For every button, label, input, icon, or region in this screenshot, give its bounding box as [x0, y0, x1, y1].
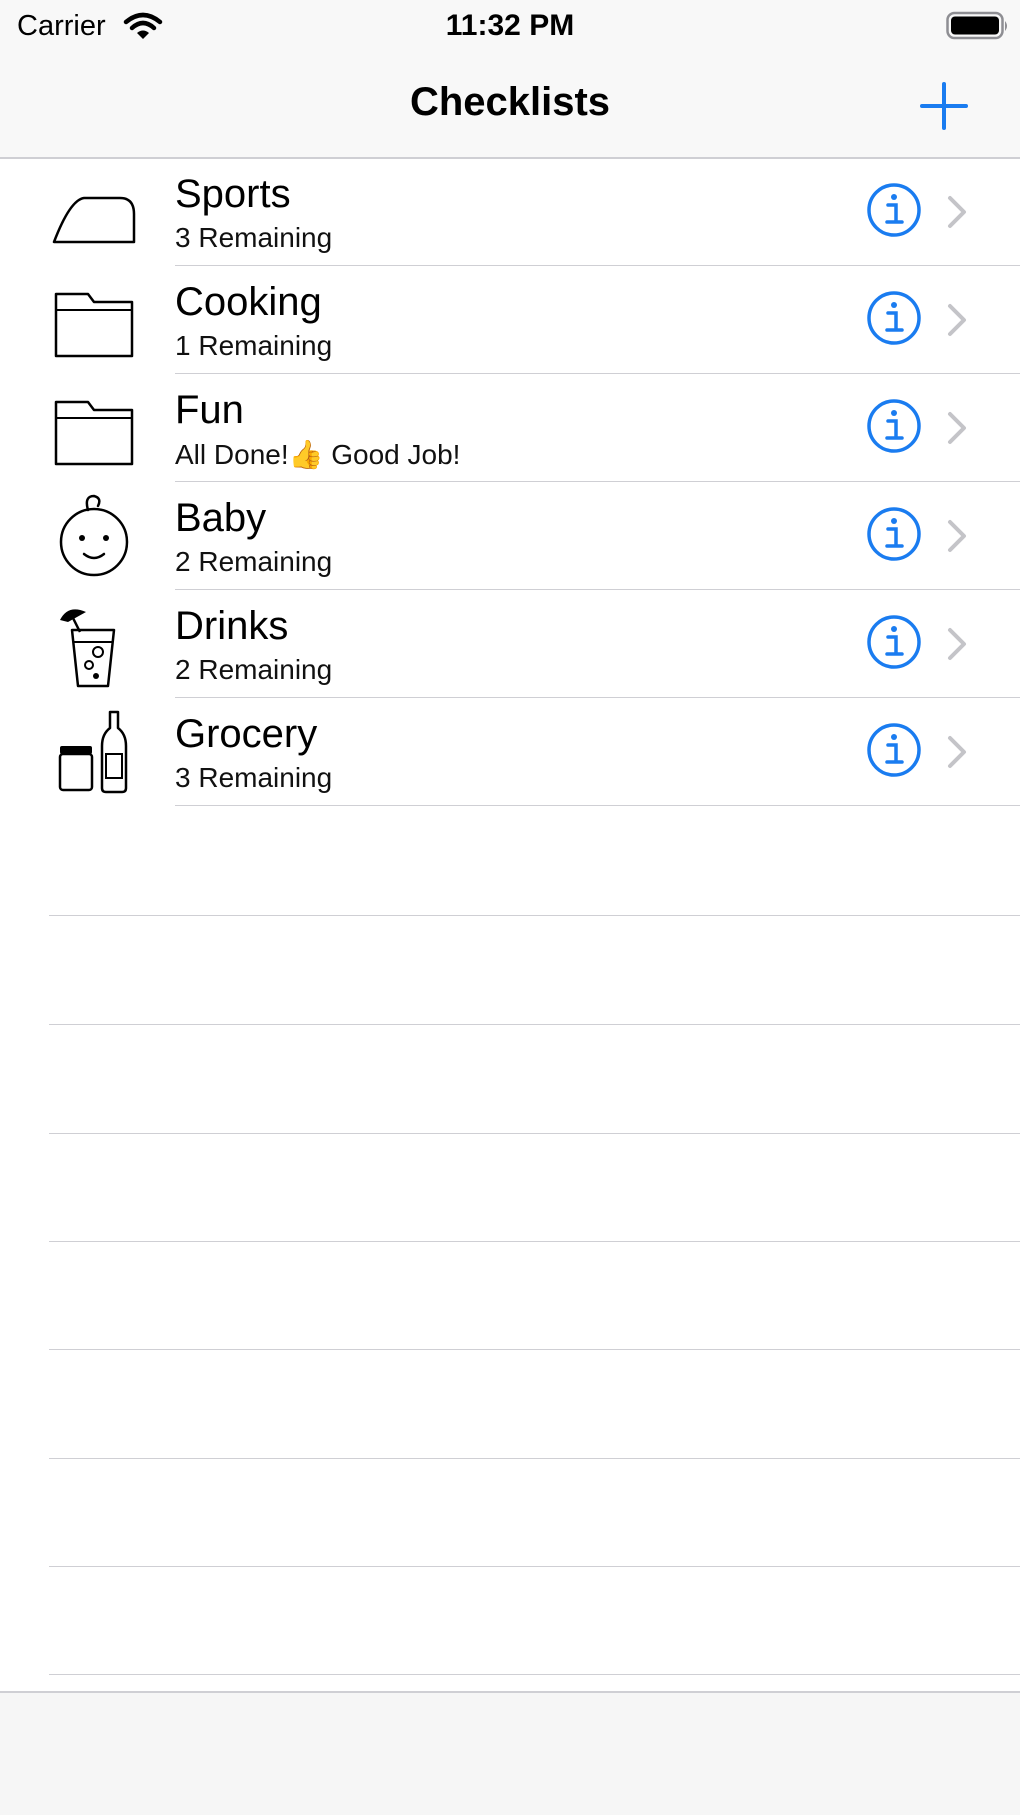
info-icon	[867, 723, 921, 777]
info-button[interactable]	[866, 182, 922, 238]
checklist-title: Baby	[175, 496, 267, 540]
checklist-remaining: All Done!👍 Good Job!	[175, 439, 461, 470]
empty-row-separator	[49, 1133, 1020, 1134]
folder-icon	[54, 400, 134, 466]
add-checklist-button[interactable]	[916, 78, 972, 134]
checklist-row-sports[interactable]: Sports 3 Remaining	[0, 158, 1020, 266]
folder-icon	[54, 292, 134, 358]
info-button[interactable]	[866, 614, 922, 670]
empty-row-separator	[49, 1566, 1020, 1567]
checklist-row-fun[interactable]: Fun All Done!👍 Good Job!	[0, 374, 1020, 482]
checklist-title: Sports	[175, 172, 291, 216]
info-button[interactable]	[866, 506, 922, 562]
info-icon	[867, 615, 921, 669]
checklist-remaining: 3 Remaining	[175, 762, 333, 793]
chevron-right-icon	[948, 736, 966, 768]
baby-face-icon	[59, 494, 129, 577]
info-button[interactable]	[866, 290, 922, 346]
checklist-row-drinks[interactable]: Drinks 2 Remaining	[0, 590, 1020, 698]
checklist-row-grocery[interactable]: Grocery 3 Remaining	[0, 698, 1020, 806]
chevron-right-icon	[948, 304, 966, 336]
plus-icon	[920, 82, 968, 130]
checklist-title: Fun	[175, 388, 244, 432]
info-button[interactable]	[866, 722, 922, 778]
empty-row-separator	[49, 1349, 1020, 1350]
chevron-right-icon	[948, 520, 966, 552]
checklist-remaining: 3 Remaining	[175, 222, 333, 253]
empty-row-separator	[49, 1674, 1020, 1675]
chevron-right-icon	[948, 196, 966, 228]
navigation-bar: Checklists	[0, 56, 1020, 159]
bottom-toolbar	[0, 1691, 1020, 1815]
empty-row-separator	[49, 1241, 1020, 1242]
info-icon	[867, 291, 921, 345]
chevron-right-icon	[948, 628, 966, 660]
checklist-title: Drinks	[175, 604, 289, 648]
info-icon	[867, 399, 921, 453]
iron-icon	[52, 196, 136, 244]
page-title: Checklists	[409, 80, 611, 124]
info-button[interactable]	[866, 398, 922, 454]
checklist-row-baby[interactable]: Baby 2 Remaining	[0, 482, 1020, 590]
jar-and-bottle-icon	[58, 710, 128, 794]
cocktail-glass-icon	[60, 609, 116, 688]
empty-row-separator	[49, 1024, 1020, 1025]
empty-row-separator	[49, 915, 1020, 916]
empty-row-separator	[49, 1458, 1020, 1459]
checklist-row-cooking[interactable]: Cooking 1 Remaining	[0, 266, 1020, 374]
checklist-remaining: 1 Remaining	[175, 330, 333, 361]
checklist-remaining: 2 Remaining	[175, 654, 333, 685]
checklist-remaining: 2 Remaining	[175, 546, 333, 577]
battery-icon	[946, 11, 1007, 40]
chevron-right-icon	[948, 412, 966, 444]
info-icon	[867, 183, 921, 237]
row-separator	[175, 805, 1020, 806]
checklist-title: Grocery	[175, 712, 318, 756]
checklist-title: Cooking	[175, 280, 322, 324]
info-icon	[867, 507, 921, 561]
status-bar: Carrier 11:32 PM	[0, 0, 1020, 56]
status-time: 11:32 PM	[445, 9, 575, 42]
